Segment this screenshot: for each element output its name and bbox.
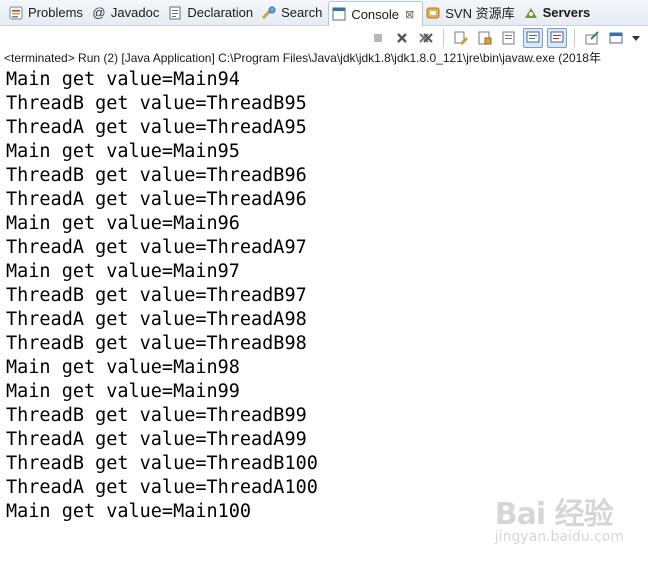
console-line: ThreadA get value=ThreadA95 (6, 117, 307, 138)
console-line: Main get value=Main98 (6, 357, 240, 378)
console-line: ThreadB get value=ThreadB97 (6, 285, 307, 306)
toolbar-separator (574, 29, 575, 47)
console-line: ThreadB get value=ThreadB96 (6, 165, 307, 186)
show-console-on-output-icon[interactable] (523, 28, 543, 48)
pin-console-icon[interactable] (582, 28, 602, 48)
console-toolbar (0, 26, 648, 50)
tab-label: Search (281, 5, 323, 20)
watermark-brand: Bai 经验 (494, 497, 614, 532)
close-icon[interactable]: ⊠ (405, 8, 414, 21)
tab-label: Console (351, 6, 400, 22)
view-tab-bar: Problems @ Javadoc Declaration Search Co… (0, 0, 648, 26)
console-line: ThreadA get value=ThreadA99 (6, 429, 307, 450)
console-line: ThreadB get value=ThreadB98 (6, 333, 307, 354)
problems-icon (8, 5, 24, 21)
console-line: ThreadB get value=ThreadB99 (6, 405, 307, 426)
tab-problems[interactable]: Problems (6, 1, 89, 25)
svn-icon (425, 5, 441, 21)
search-icon (261, 5, 277, 21)
tab-label: Servers (542, 5, 591, 20)
tab-javadoc[interactable]: @ Javadoc (89, 1, 165, 25)
console-line: ThreadA get value=ThreadA97 (6, 237, 307, 258)
watermark-url: jingyan.baidu.com (494, 529, 624, 545)
toolbar-separator (443, 29, 444, 47)
word-wrap-icon[interactable] (499, 28, 519, 48)
terminate-icon[interactable] (368, 28, 388, 48)
tab-svn[interactable]: SVN 资源库 (423, 1, 520, 25)
remove-all-terminated-icon[interactable] (416, 28, 436, 48)
tab-label: Problems (28, 5, 83, 20)
display-selected-console-icon[interactable] (606, 28, 626, 48)
tab-console[interactable]: Console ⊠ (328, 1, 424, 26)
tab-label: Javadoc (110, 5, 160, 20)
process-status-line: <terminated> Run (2) [Java Application] … (4, 51, 601, 65)
clear-console-icon[interactable] (451, 28, 471, 48)
tab-label: SVN 资源库 (445, 6, 515, 21)
remove-launch-icon[interactable] (392, 28, 412, 48)
declaration-icon (167, 5, 183, 21)
console-line: ThreadB get value=ThreadB95 (6, 93, 307, 114)
console-line: ThreadB get value=ThreadB100 (6, 453, 318, 474)
scroll-lock-icon[interactable] (475, 28, 495, 48)
console-icon (331, 6, 347, 22)
show-console-on-error-icon[interactable] (547, 28, 567, 48)
console-line: Main get value=Main95 (6, 141, 240, 162)
tab-search[interactable]: Search (259, 1, 328, 25)
console-line: ThreadA get value=ThreadA96 (6, 189, 307, 210)
console-output[interactable]: Main get value=Main94 ThreadB get value=… (6, 68, 646, 524)
console-line: Main get value=Main99 (6, 381, 240, 402)
console-line: Main get value=Main94 (6, 69, 240, 90)
javadoc-icon: @ (92, 5, 106, 20)
chevron-down-icon[interactable] (630, 28, 642, 48)
console-line: Main get value=Main97 (6, 261, 240, 282)
baidu-jingyan-watermark: Bai 经验 jingyan.baidu.com (495, 489, 624, 545)
tab-servers[interactable]: Servers (521, 1, 597, 25)
console-line: ThreadA get value=ThreadA98 (6, 309, 307, 330)
tab-label: Declaration (187, 5, 254, 20)
console-line: Main get value=Main96 (6, 213, 240, 234)
tab-declaration[interactable]: Declaration (165, 1, 259, 25)
servers-icon (523, 5, 539, 21)
